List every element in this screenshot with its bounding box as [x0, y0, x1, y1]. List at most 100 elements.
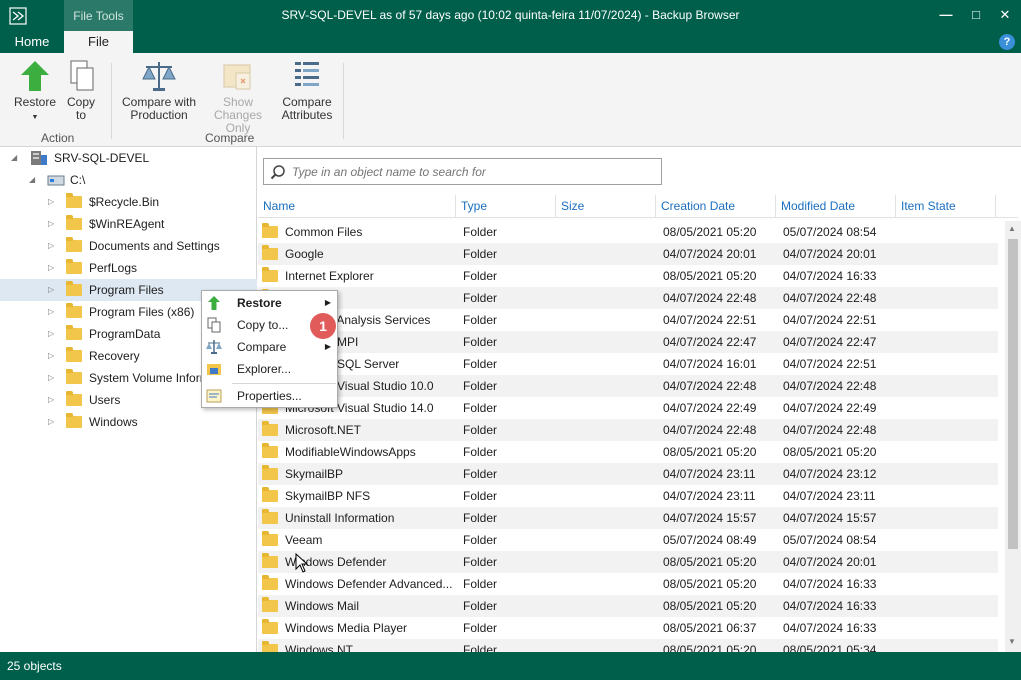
collapse-arrow-icon[interactable]: ◢ — [11, 147, 17, 169]
vertical-scrollbar[interactable]: ▲ ▼ — [1005, 221, 1021, 652]
table-row[interactable]: Windows NT Folder 08/05/2021 05:20 08/05/20… — [258, 639, 998, 652]
menu-item-compare[interactable]: Compare ▶ — [202, 336, 337, 358]
group-label-action: Action — [41, 131, 75, 145]
menu-label-copy-to: Copy to... — [237, 318, 289, 332]
menu-separator — [232, 383, 336, 384]
restore-label: Restore — [13, 95, 57, 109]
tree-label: Users — [89, 393, 121, 407]
table-row[interactable]: Microsoft.NET Folder 04/07/2024 22:48 04/07… — [258, 419, 998, 441]
cell-type: Folder — [463, 313, 498, 327]
table-row[interactable]: Microsoft Visual Studio 10.0 Folder 04/07/… — [258, 375, 998, 397]
menu-label-restore: Restore — [237, 296, 282, 310]
table-row[interactable]: Microsoft MPIFolder04/07/2024 22:4704/07… — [258, 331, 998, 353]
folder-changes-icon — [223, 64, 251, 90]
table-row[interactable]: SkymailBP NFS Folder 04/07/2024 23:11 04/07… — [258, 485, 998, 507]
expand-arrow-icon[interactable]: ▷ — [48, 389, 54, 411]
table-row[interactable]: SkymailBP Folder 04/07/2024 23:11 04/07/202… — [258, 463, 998, 485]
mouse-cursor-icon — [295, 553, 309, 573]
cell-creation-date: 08/05/2021 05:20 — [663, 445, 757, 459]
table-row[interactable]: Google Folder 04/07/2024 20:01 04/07/2024 2… — [258, 243, 998, 265]
folder-icon — [262, 465, 278, 480]
column-header-name[interactable]: Name — [258, 195, 456, 218]
column-header-type[interactable]: Type — [456, 195, 556, 218]
column-header-creation-date[interactable]: Creation Date — [656, 195, 776, 218]
expand-arrow-icon[interactable]: ▷ — [48, 323, 54, 345]
cell-creation-date: 04/07/2024 23:11 — [663, 467, 756, 481]
folder-icon — [262, 487, 278, 502]
cell-creation-date: 08/05/2021 05:20 — [663, 599, 757, 613]
table-row[interactable]: Uninstall Information Folder 04/07/2024 15… — [258, 507, 998, 529]
show-changes-only-button[interactable]: Show Changes Only — [200, 59, 276, 135]
expand-arrow-icon[interactable]: ▷ — [48, 367, 54, 389]
tab-file[interactable]: File — [64, 31, 133, 53]
table-row[interactable]: Windows Media Player Folder 08/05/2021 06:… — [258, 617, 998, 639]
scroll-up-icon[interactable]: ▲ — [1008, 224, 1016, 233]
cell-modified-date: 04/07/2024 22:47 — [783, 335, 877, 349]
tree-label: Program Files — [89, 283, 164, 297]
submenu-arrow-icon: ▶ — [324, 298, 331, 307]
table-row[interactable]: Microsoft SQL Server Folder 04/07/2024 16:… — [258, 353, 998, 375]
cell-type: Folder — [463, 335, 498, 349]
search-box[interactable] — [263, 158, 662, 185]
column-header-item-state[interactable]: Item State — [896, 195, 996, 218]
table-row[interactable]: MicrosoftFolder04/07/2024 22:4804/07/202… — [258, 287, 998, 309]
table-row[interactable]: ModifiableWindowsApps Folder 08/05/2021 05… — [258, 441, 998, 463]
copy-to-button[interactable]: Copy to — [62, 59, 100, 122]
expand-arrow-icon[interactable]: ▷ — [48, 345, 54, 367]
menu-item-explorer[interactable]: Explorer... — [202, 358, 337, 380]
menu-item-restore[interactable]: Restore ▶ — [202, 292, 337, 314]
scroll-down-icon[interactable]: ▼ — [1008, 637, 1016, 646]
cell-name: Veeam — [285, 533, 323, 547]
minimize-icon[interactable]: — — [936, 5, 956, 25]
table-row[interactable]: Common Files Folder 08/05/2021 05:20 05/07/… — [258, 221, 998, 243]
expand-arrow-icon[interactable]: ▷ — [48, 301, 54, 323]
expand-arrow-icon[interactable]: ▷ — [48, 191, 54, 213]
table-row[interactable]: Microsoft Analysis Services Folder 04/07/2… — [258, 309, 998, 331]
table-row[interactable]: Microsoft Visual Studio 14.0 Folder 04/07/… — [258, 397, 998, 419]
scrollbar-thumb[interactable] — [1008, 239, 1018, 549]
group-label-compare: Compare — [205, 131, 255, 145]
table-row[interactable]: Veeam Folder 05/07/2024 08:49 05/07/2024 08… — [258, 529, 998, 551]
cell-name: Microsoft.NET — [285, 423, 362, 437]
close-icon[interactable]: ✕ — [995, 5, 1015, 25]
show-changes-label-1: Show — [222, 95, 254, 109]
tree-node-server[interactable]: ◢ SRV-SQL-DEVEL — [0, 147, 257, 169]
ribbon-separator — [111, 63, 112, 139]
column-header-modified-date[interactable]: Modified Date — [776, 195, 896, 218]
table-row[interactable]: Windows Defender Folder 08/05/2021 05:20 04… — [258, 551, 998, 573]
tree-node-folder[interactable]: ▷ PerfLogs — [0, 257, 257, 279]
table-row[interactable]: Windows Mail Folder 08/05/2021 05:20 04/07/… — [258, 595, 998, 617]
menu-item-properties[interactable]: Properties... — [202, 385, 337, 407]
expand-arrow-icon[interactable]: ▷ — [48, 411, 54, 433]
compare-attributes-label-1: Compare — [282, 95, 332, 109]
cell-name: Common Files — [285, 225, 363, 239]
expand-arrow-icon[interactable]: ▷ — [48, 235, 54, 257]
maximize-icon[interactable]: □ — [966, 5, 986, 25]
cell-modified-date: 04/07/2024 22:49 — [783, 401, 877, 415]
tree-node-folder[interactable]: ▷ Documents and Settings — [0, 235, 257, 257]
column-header-size[interactable]: Size — [556, 195, 656, 218]
folder-icon — [66, 193, 82, 208]
tree-node-folder[interactable]: ▷ $Recycle.Bin — [0, 191, 257, 213]
cell-name: Google — [285, 247, 324, 261]
expand-arrow-icon[interactable]: ▷ — [48, 257, 54, 279]
table-row[interactable]: Internet Explorer Folder 08/05/2021 05:20 0… — [258, 265, 998, 287]
cell-type: Folder — [463, 533, 498, 547]
tree-node-folder[interactable]: ▷ $WinREAgent — [0, 213, 257, 235]
copy-label: Copy — [66, 95, 95, 109]
folder-icon — [66, 391, 82, 406]
compare-with-production-button[interactable]: Compare with Production — [118, 59, 200, 122]
folder-icon — [66, 413, 82, 428]
tree-node-drive[interactable]: ◢ C:\ — [0, 169, 257, 191]
tree-node-folder[interactable]: ▷ Windows — [0, 411, 257, 433]
tab-home[interactable]: Home — [0, 31, 64, 53]
search-input[interactable] — [292, 162, 652, 182]
collapse-arrow-icon[interactable]: ◢ — [29, 169, 35, 191]
help-icon[interactable]: ? — [999, 34, 1015, 50]
table-row[interactable]: Windows Defender Advanced... Folder 08/05/… — [258, 573, 998, 595]
expand-arrow-icon[interactable]: ▷ — [48, 213, 54, 235]
compare-attributes-button[interactable]: Compare Attributes — [278, 59, 336, 122]
expand-arrow-icon[interactable]: ▷ — [48, 279, 54, 301]
tree-label-server: SRV-SQL-DEVEL — [54, 151, 150, 165]
restore-button[interactable]: Restore ▼ — [12, 59, 58, 124]
